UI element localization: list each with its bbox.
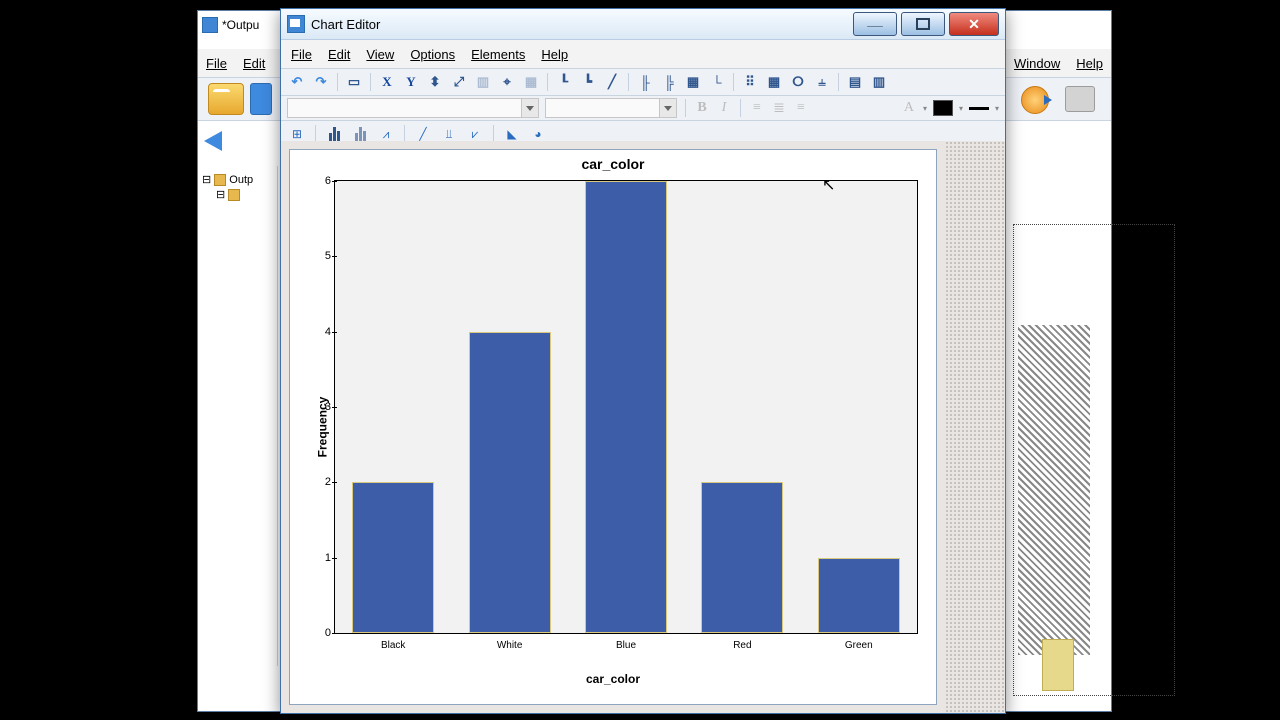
bar-white[interactable] bbox=[469, 332, 551, 633]
ce-menu-elements[interactable]: Elements bbox=[471, 47, 525, 62]
axis1-button[interactable]: ┖ bbox=[554, 73, 574, 91]
y-tick: 4 bbox=[311, 326, 331, 338]
chart-editor-body: car_color Frequency car_color 0123456Bla… bbox=[281, 141, 1005, 713]
align-right-button[interactable]: ≡ bbox=[793, 100, 809, 116]
chart-editor-window: Chart Editor __ ✕ File Edit View Options… bbox=[280, 8, 1006, 714]
gridx-button[interactable]: ╟ bbox=[635, 73, 655, 91]
x-tick: Red bbox=[701, 640, 783, 651]
line-weight-swatch[interactable] bbox=[969, 107, 989, 110]
chart-editor-icon bbox=[287, 15, 305, 33]
xref-button[interactable]: ⫨ bbox=[812, 73, 832, 91]
hashgrid-button[interactable]: ▦ bbox=[764, 73, 784, 91]
undo-button[interactable]: ↶ bbox=[287, 73, 307, 91]
gridy-button[interactable]: ╠ bbox=[659, 73, 679, 91]
redo-button[interactable]: ↷ bbox=[311, 73, 331, 91]
align-center-button[interactable]: ≣ bbox=[771, 100, 787, 117]
dotgrid-button[interactable]: ⠿ bbox=[740, 73, 760, 91]
bar-black[interactable] bbox=[352, 482, 434, 633]
ce-menu-help[interactable]: Help bbox=[541, 47, 568, 62]
output-viewer-title: *Outpu bbox=[202, 17, 259, 33]
chart-editor-titlebar[interactable]: Chart Editor __ ✕ bbox=[281, 9, 1005, 40]
menu-edit[interactable]: Edit bbox=[243, 56, 265, 71]
y-tick: 2 bbox=[311, 476, 331, 488]
y-tick: 1 bbox=[311, 552, 331, 564]
italic-button[interactable]: I bbox=[716, 100, 732, 116]
data-label-button[interactable]: ▥ bbox=[473, 73, 493, 91]
y-tick: 5 bbox=[311, 250, 331, 262]
gridxy-button[interactable]: ▦ bbox=[683, 73, 703, 91]
open-button[interactable] bbox=[208, 83, 244, 115]
y-axis-button[interactable]: Y bbox=[401, 73, 421, 91]
app-icon bbox=[202, 17, 218, 33]
bar-style-button[interactable]: ⬍ bbox=[425, 73, 445, 91]
output-viewer-title-text: *Outpu bbox=[222, 18, 259, 32]
y-tick: 3 bbox=[311, 401, 331, 413]
chart-canvas[interactable]: car_color Frequency car_color 0123456Bla… bbox=[289, 149, 937, 705]
bar-red[interactable] bbox=[701, 482, 783, 633]
font-size-combo[interactable] bbox=[545, 98, 677, 118]
axis3-button[interactable]: ╱ bbox=[602, 73, 622, 91]
bar-green[interactable] bbox=[818, 558, 900, 633]
frame-button[interactable]: └ bbox=[707, 73, 727, 91]
close-button[interactable]: ✕ bbox=[949, 12, 999, 36]
chart-editor-format-bar: B I ≡ ≣ ≡ A ▾ ▾ ▾ bbox=[281, 96, 1005, 121]
align-left-button[interactable]: ≡ bbox=[749, 100, 765, 116]
vert-bars-button[interactable]: ▥ bbox=[869, 73, 889, 91]
yref-button[interactable]: ⵔ bbox=[788, 73, 808, 91]
properties-button[interactable]: ▭ bbox=[344, 73, 364, 91]
plot-area[interactable]: 0123456BlackWhiteBlueRedGreen bbox=[334, 180, 918, 634]
dialog-recall-button[interactable] bbox=[1021, 86, 1049, 114]
chart-title[interactable]: car_color bbox=[290, 156, 936, 172]
x-tick: Black bbox=[352, 640, 434, 651]
lasso-button[interactable]: ⌖ bbox=[497, 73, 517, 91]
explode-button[interactable]: ▦ bbox=[521, 73, 541, 91]
outline-tree[interactable]: ⊟ Outp ⊟ bbox=[198, 166, 278, 666]
ce-menu-view[interactable]: View bbox=[366, 47, 394, 62]
menu-window[interactable]: Window bbox=[1014, 56, 1060, 71]
font-family-combo[interactable] bbox=[287, 98, 539, 118]
tree-root-label: Outp bbox=[229, 174, 253, 186]
selected-chart-object[interactable] bbox=[1013, 224, 1175, 696]
chart-editor-title-text: Chart Editor bbox=[311, 17, 380, 32]
save-button[interactable] bbox=[250, 83, 272, 115]
ce-menu-options[interactable]: Options bbox=[410, 47, 455, 62]
hist-icon-button[interactable]: ▤ bbox=[845, 73, 865, 91]
transpose-button[interactable]: ⤢ bbox=[449, 73, 469, 91]
axis2-button[interactable]: ┗ bbox=[578, 73, 598, 91]
text-color-button[interactable]: A bbox=[901, 100, 917, 116]
x-tick: Green bbox=[818, 640, 900, 651]
ce-menu-file[interactable]: File bbox=[291, 47, 312, 62]
ce-menu-edit[interactable]: Edit bbox=[328, 47, 350, 62]
bar-blue[interactable] bbox=[585, 181, 667, 633]
chart-editor-menu: File Edit View Options Elements Help bbox=[281, 40, 1005, 68]
chart-editor-gutter bbox=[945, 141, 1005, 713]
y-tick: 0 bbox=[311, 627, 331, 639]
chart-editor-toolbar-1: ↶ ↷ ▭ X Y ⬍ ⤢ ▥ ⌖ ▦ ┖ ┗ ╱ ╟ ╠ ▦ └ ⠿ ▦ ⵔ … bbox=[281, 68, 1005, 96]
nav-back-button[interactable] bbox=[204, 131, 238, 155]
menu-file[interactable]: File bbox=[206, 56, 227, 71]
menu-help[interactable]: Help bbox=[1076, 56, 1103, 71]
minimize-button[interactable]: __ bbox=[853, 12, 897, 36]
x-tick: White bbox=[469, 640, 551, 651]
chart-template-button[interactable] bbox=[1065, 86, 1095, 112]
x-axis-button[interactable]: X bbox=[377, 73, 397, 91]
x-axis-label[interactable]: car_color bbox=[290, 672, 936, 686]
bold-button[interactable]: B bbox=[694, 100, 710, 116]
x-tick: Blue bbox=[585, 640, 667, 651]
maximize-button[interactable] bbox=[901, 12, 945, 36]
fill-color-swatch[interactable] bbox=[933, 100, 953, 116]
y-tick: 6 bbox=[311, 175, 331, 187]
